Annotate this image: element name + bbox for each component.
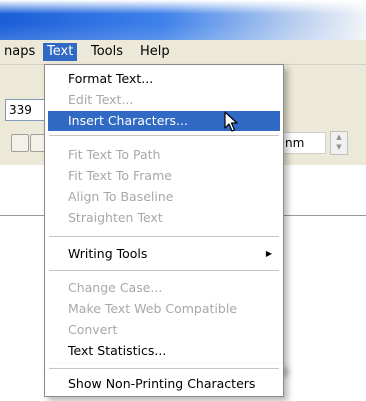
toolbar-button-icon[interactable] xyxy=(11,134,29,152)
menu-help[interactable]: Help xyxy=(136,43,174,61)
menu-separator xyxy=(49,270,279,271)
mouse-pointer-icon xyxy=(224,111,238,132)
menu-item-show-non-printing-characters[interactable]: Show Non-Printing Characters xyxy=(48,374,280,394)
menu-tools[interactable]: Tools xyxy=(87,43,127,61)
menu-separator xyxy=(49,236,279,237)
menu-separator xyxy=(49,135,279,136)
menu-item-straighten-text[interactable]: Straighten Text xyxy=(48,208,280,228)
menu-item-fit-text-to-path[interactable]: Fit Text To Path xyxy=(48,145,280,165)
menu-item-text-statistics[interactable]: Text Statistics... xyxy=(48,341,280,361)
menu-separator xyxy=(49,368,279,369)
menu-item-fit-text-to-frame[interactable]: Fit Text To Frame xyxy=(48,166,280,186)
menu-item-writing-tools-label: Writing Tools xyxy=(68,246,148,261)
menu-item-make-text-web-compatible[interactable]: Make Text Web Compatible xyxy=(48,299,280,319)
menu-item-convert[interactable]: Convert xyxy=(48,320,280,340)
unit-field[interactable]: nm xyxy=(282,132,326,154)
menubar: naps Text Tools Help xyxy=(0,40,366,65)
menu-item-insert-characters[interactable]: Insert Characters... xyxy=(48,111,280,131)
menu-text[interactable]: Text xyxy=(43,43,78,61)
menu-item-format-text[interactable]: Format Text... xyxy=(48,69,280,89)
menu-item-align-to-baseline[interactable]: Align To Baseline xyxy=(48,187,280,207)
menu-item-writing-tools[interactable]: Writing Tools ▶ xyxy=(48,244,280,264)
text-menu-dropdown-bottom: Show Non-Printing Characters xyxy=(44,364,284,397)
menu-item-edit-text[interactable]: Edit Text... xyxy=(48,90,280,110)
coordinate-field[interactable]: 339 xyxy=(5,99,48,121)
submenu-arrow-icon: ▶ xyxy=(265,249,272,258)
spinner-control[interactable]: ▲ ▼ xyxy=(330,131,348,155)
menu-item-change-case[interactable]: Change Case... xyxy=(48,278,280,298)
titlebar-fade xyxy=(0,0,366,14)
text-menu-dropdown: Format Text... Edit Text... Insert Chara… xyxy=(44,64,284,372)
menu-maps[interactable]: naps xyxy=(0,43,39,61)
